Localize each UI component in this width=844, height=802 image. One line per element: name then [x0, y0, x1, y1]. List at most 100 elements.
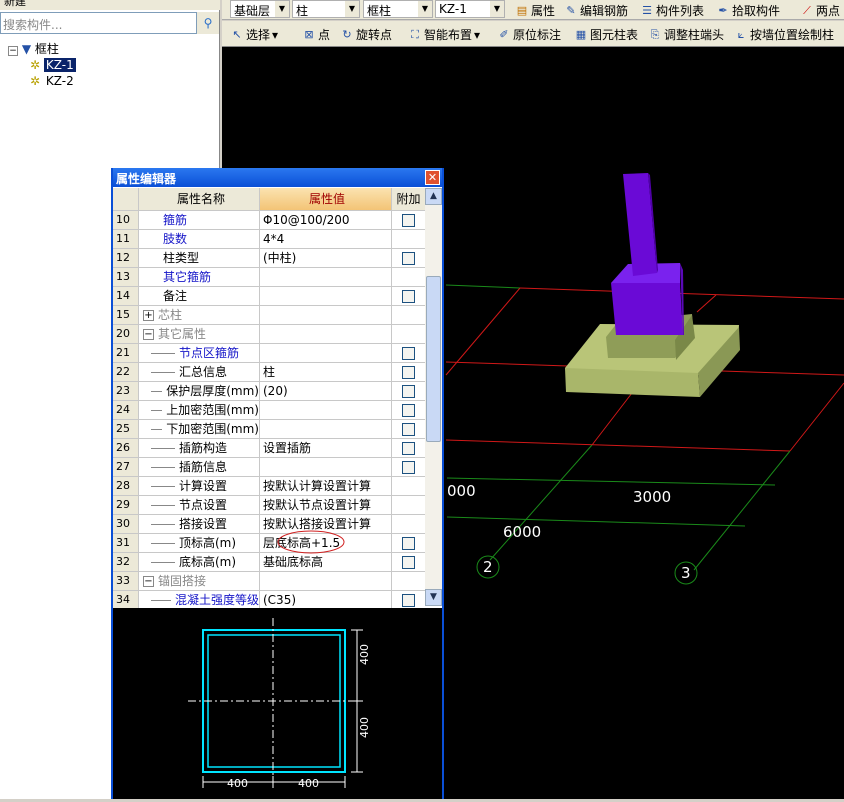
expand-icon[interactable]: + — [143, 309, 154, 321]
search-icon[interactable]: ⚲ — [197, 12, 219, 34]
tree-connector — [151, 428, 163, 430]
tree-item-kz1[interactable]: ✲ KZ-1 — [30, 58, 76, 72]
dim-text: 400 — [358, 644, 371, 665]
property-row[interactable]: 29 节点设置 按默认节点设置计算 — [113, 496, 425, 515]
property-row[interactable]: 31 顶标高(m) 层底标高+1.5 — [113, 534, 425, 553]
scroll-thumb[interactable] — [426, 276, 441, 442]
property-row[interactable]: 25 下加密范围(mm) — [113, 420, 425, 439]
component-select[interactable]: KZ-1 ▼ — [435, 0, 505, 18]
property-value[interactable]: 柱 — [260, 363, 392, 381]
property-value[interactable] — [260, 306, 392, 324]
tree-item-kz2[interactable]: ✲ KZ-2 — [30, 74, 76, 88]
property-name: 节点设置 — [179, 498, 228, 512]
axis-label: 3 — [681, 564, 691, 582]
tree-connector — [151, 390, 163, 392]
component-list-button[interactable]: ☰ 构件列表 — [640, 2, 704, 19]
row-number: 34 — [113, 591, 139, 609]
window-title[interactable]: 属性编辑器 — [113, 168, 442, 187]
select-button[interactable]: ↖ 选择 ▾ — [230, 26, 278, 43]
property-value[interactable]: 基础底标高 — [260, 553, 392, 571]
property-name: 保护层厚度(mm) — [166, 384, 259, 398]
property-value[interactable]: 按默认节点设置计算 — [260, 496, 392, 514]
rotate-point-button[interactable]: ↻ 旋转点 — [340, 26, 392, 43]
extra-checkbox[interactable] — [402, 251, 415, 265]
property-value[interactable] — [260, 325, 392, 343]
extra-checkbox[interactable] — [402, 441, 415, 455]
property-value[interactable]: (C35) — [260, 591, 392, 609]
floor-select[interactable]: 基础层 ▼ — [230, 0, 290, 18]
dimension-label: 000 — [447, 482, 476, 500]
property-row[interactable]: 33 − 锚固搭接 — [113, 572, 425, 591]
extra-checkbox[interactable] — [402, 460, 415, 474]
type-select[interactable]: 框柱 ▼ — [363, 0, 433, 18]
property-row[interactable]: 23 保护层厚度(mm) (20) — [113, 382, 425, 401]
property-value[interactable]: Φ10@100/200 — [260, 211, 392, 229]
close-icon[interactable]: ✕ — [425, 170, 440, 185]
properties-button[interactable]: ▤ 属性 — [515, 2, 555, 19]
property-value[interactable] — [260, 268, 392, 286]
property-row[interactable]: 13 其它箍筋 — [113, 268, 425, 287]
property-row[interactable]: 26 插筋构造 设置插筋 — [113, 439, 425, 458]
property-value[interactable] — [260, 572, 392, 590]
property-value[interactable]: 设置插筋 — [260, 439, 392, 457]
column-table-button[interactable]: ▦ 图元柱表 — [574, 26, 638, 43]
property-row[interactable]: 22 汇总信息 柱 — [113, 363, 425, 382]
extra-checkbox[interactable] — [402, 593, 415, 607]
scroll-up-icon[interactable]: ▲ — [425, 188, 442, 205]
scroll-down-icon[interactable]: ▼ — [425, 589, 442, 606]
extra-checkbox[interactable] — [402, 536, 415, 550]
property-row[interactable]: 14 备注 — [113, 287, 425, 306]
tree-root[interactable]: − ▼ 框柱 — [8, 40, 59, 57]
scrollbar[interactable]: ▲ ▼ — [425, 188, 442, 606]
new-button[interactable]: 新建 — [4, 0, 26, 8]
property-row[interactable]: 15 + 芯柱 — [113, 306, 425, 325]
property-value[interactable]: (20) — [260, 382, 392, 400]
extra-checkbox[interactable] — [402, 422, 415, 436]
property-row[interactable]: 27 插筋信息 — [113, 458, 425, 477]
extra-checkbox[interactable] — [402, 346, 415, 360]
category-select[interactable]: 柱 ▼ — [292, 0, 360, 18]
two-point-button[interactable]: ⟋ 两点 — [800, 2, 840, 19]
property-row[interactable]: 10 箍筋 Φ10@100/200 — [113, 211, 425, 230]
extra-checkbox[interactable] — [402, 289, 415, 303]
property-value[interactable] — [260, 420, 392, 438]
property-row[interactable]: 32 底标高(m) 基础底标高 — [113, 553, 425, 572]
property-name: 备注 — [163, 289, 188, 303]
collapse-icon[interactable]: − — [8, 46, 18, 56]
dim-text: 400 — [358, 717, 371, 738]
in-place-annotation-button[interactable]: ✐ 原位标注 — [497, 26, 561, 43]
smart-layout-button[interactable]: ⛶ 智能布置 ▾ — [408, 26, 480, 43]
collapse-icon[interactable]: − — [143, 575, 154, 587]
property-value[interactable]: (中柱) — [260, 249, 392, 267]
property-value[interactable]: 按默认计算设置计算 — [260, 477, 392, 495]
draw-by-wall-button[interactable]: ⟀ 按墙位置绘制柱 — [734, 26, 834, 43]
property-row[interactable]: 28 计算设置 按默认计算设置计算 — [113, 477, 425, 496]
chevron-down-icon: ▼ — [275, 1, 289, 17]
property-value[interactable] — [260, 344, 392, 362]
property-value[interactable]: 层底标高+1.5 — [260, 534, 392, 552]
pick-component-button[interactable]: ✒ 拾取构件 — [716, 2, 780, 19]
adjust-icon: ⎘ — [650, 27, 660, 41]
property-value[interactable] — [260, 458, 392, 476]
point-button[interactable]: ⊠ 点 — [302, 26, 330, 43]
property-value[interactable]: 4*4 — [260, 230, 392, 248]
row-number: 11 — [113, 230, 139, 248]
collapse-icon[interactable]: − — [143, 328, 154, 340]
property-row[interactable]: 21 节点区箍筋 — [113, 344, 425, 363]
property-row[interactable]: 11 肢数 4*4 — [113, 230, 425, 249]
property-row[interactable]: 12 柱类型 (中柱) — [113, 249, 425, 268]
extra-checkbox[interactable] — [402, 213, 415, 227]
edit-rebar-button[interactable]: ✎ 编辑钢筋 — [564, 2, 628, 19]
property-row[interactable]: 20 − 其它属性 — [113, 325, 425, 344]
property-value[interactable]: 按默认搭接设置计算 — [260, 515, 392, 533]
adjust-column-end-button[interactable]: ⎘ 调整柱端头 — [648, 26, 724, 43]
property-row[interactable]: 30 搭接设置 按默认搭接设置计算 — [113, 515, 425, 534]
extra-checkbox[interactable] — [402, 555, 415, 569]
property-value[interactable] — [260, 401, 392, 419]
extra-checkbox[interactable] — [402, 403, 415, 417]
extra-checkbox[interactable] — [402, 365, 415, 379]
property-value[interactable] — [260, 287, 392, 305]
search-input[interactable]: 搜索构件... — [0, 12, 197, 34]
extra-checkbox[interactable] — [402, 384, 415, 398]
property-row[interactable]: 24 上加密范围(mm) — [113, 401, 425, 420]
